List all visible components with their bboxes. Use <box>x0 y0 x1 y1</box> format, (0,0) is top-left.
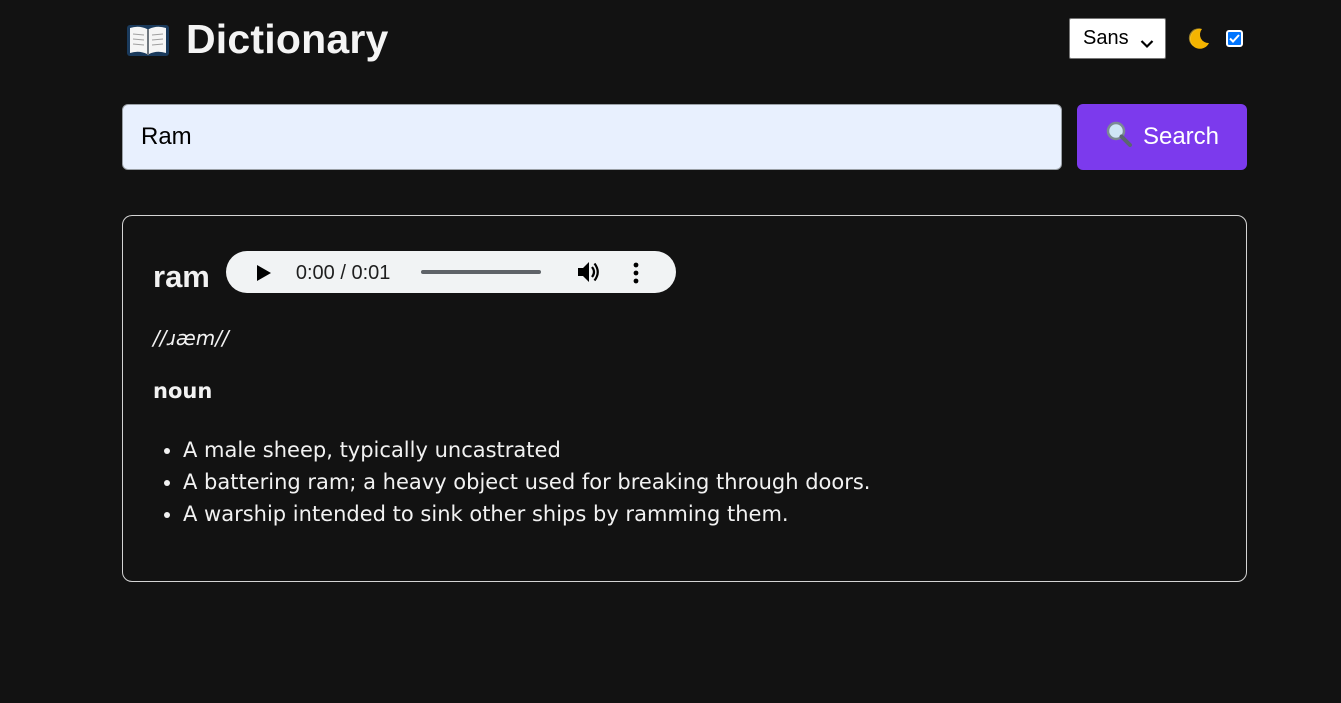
part-of-speech: noun <box>153 379 213 403</box>
definition-item: A warship intended to sink other ships b… <box>183 498 870 530</box>
search-button[interactable]: Search <box>1077 104 1247 170</box>
headword: ram <box>153 259 210 294</box>
phonetic: //ɹæm// <box>153 326 229 350</box>
definition-list: A male sheep, typically uncastrated A ba… <box>153 434 870 530</box>
open-book-icon <box>126 22 170 58</box>
search-bar: Ram Search <box>122 104 1247 170</box>
search-input[interactable]: Ram <box>122 104 1062 170</box>
chevron-down-icon <box>1140 32 1154 55</box>
brand: Dictionary <box>126 16 389 63</box>
audio-player[interactable]: 0:00 / 0:01 <box>225 251 676 293</box>
font-select-value: Sans <box>1083 27 1129 49</box>
word-row: ram 0:00 / 0:01 <box>153 249 676 295</box>
audio-progress-bar[interactable] <box>420 270 541 274</box>
moon-icon <box>1186 26 1212 52</box>
definition-item: A male sheep, typically uncastrated <box>183 434 870 466</box>
header: Dictionary Sans <box>122 14 1247 66</box>
search-input-value: Ram <box>141 123 192 150</box>
definition-item: A battering ram; a heavy object used for… <box>183 466 870 498</box>
font-select[interactable]: Sans <box>1069 18 1166 59</box>
play-icon[interactable] <box>256 264 272 287</box>
dictionary-app: Dictionary Sans Ram Search ram 0:00 / 0:… <box>0 0 1341 703</box>
result-card: ram 0:00 / 0:01 //ɹæm// noun • A male sh… <box>122 215 1247 582</box>
magnifier-icon <box>1105 120 1133 155</box>
more-options-icon[interactable] <box>631 261 641 290</box>
header-controls: Sans <box>1069 18 1243 59</box>
audio-time: 0:00 / 0:01 <box>295 262 391 284</box>
volume-icon[interactable] <box>576 260 602 289</box>
dark-mode-checkbox[interactable] <box>1226 30 1243 47</box>
search-button-label: Search <box>1142 123 1220 150</box>
app-title: Dictionary <box>186 16 389 62</box>
